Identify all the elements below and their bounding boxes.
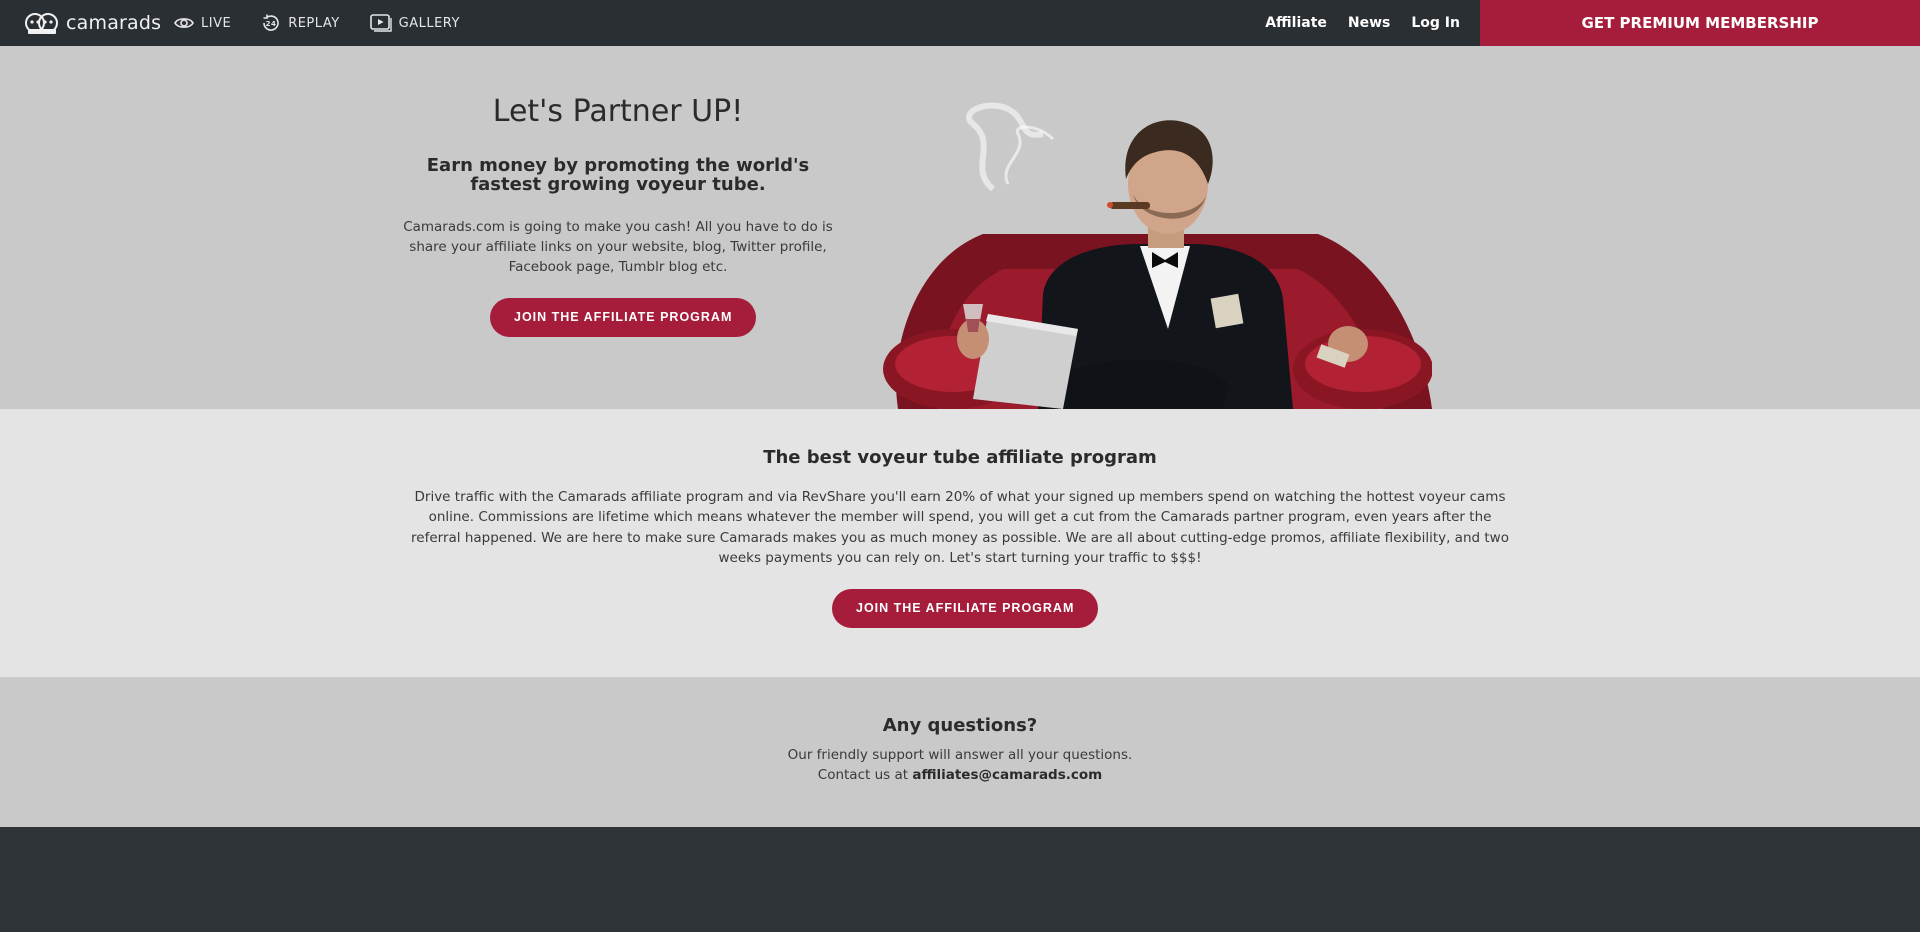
program-join-affiliate-button[interactable]: JOIN THE AFFILIATE PROGRAM xyxy=(832,589,1099,628)
questions-support-text: Our friendly support will answer all you… xyxy=(787,747,1133,763)
premium-membership-button[interactable]: GET PREMIUM MEMBERSHIP xyxy=(1480,0,1920,46)
svg-text:24: 24 xyxy=(266,20,277,28)
logo-faces-icon xyxy=(25,13,58,34)
logo-text: camarads xyxy=(66,12,162,34)
hero-subtitle: Earn money by promoting the world's fast… xyxy=(426,155,810,196)
questions-section: Any questions? Our friendly support will… xyxy=(0,677,1920,827)
questions-title: Any questions? xyxy=(882,715,1038,736)
nav-affiliate[interactable]: Affiliate xyxy=(1265,15,1327,31)
program-title: The best voyeur tube affiliate program xyxy=(763,447,1157,468)
replay-24-icon: 24 xyxy=(263,14,279,31)
page-footer xyxy=(0,827,1920,932)
hero-join-affiliate-button[interactable]: JOIN THE AFFILIATE PROGRAM xyxy=(490,298,757,337)
top-navbar: camarads LIVE 24 REPLAY GALLERY Affiliat… xyxy=(0,0,1920,46)
nav-news[interactable]: News xyxy=(1348,15,1390,31)
questions-contact-line: Contact us at affiliates@camarads.com xyxy=(0,767,1920,783)
nav-login[interactable]: Log In xyxy=(1411,15,1460,31)
contact-email-link[interactable]: affiliates@camarads.com xyxy=(912,767,1102,783)
hero-description: Camarads.com is going to make you cash! … xyxy=(403,218,833,276)
program-body: Drive traffic with the Camarads affiliat… xyxy=(411,489,1509,566)
nav-replay-label: REPLAY xyxy=(288,15,340,31)
eye-icon xyxy=(174,18,194,28)
nav-replay[interactable]: 24 REPLAY xyxy=(261,14,339,32)
contact-prefix: Contact us at xyxy=(817,767,913,783)
play-gallery-icon xyxy=(369,14,392,32)
nav-gallery[interactable]: GALLERY xyxy=(369,14,460,32)
account-nav: Affiliate News Log In xyxy=(1265,0,1460,46)
nav-live-label: LIVE xyxy=(201,15,232,31)
hero-photo xyxy=(883,102,1432,409)
main-nav: LIVE 24 REPLAY GALLERY xyxy=(174,0,490,46)
affiliate-program-section: The best voyeur tube affiliate program D… xyxy=(0,409,1920,677)
hero-title: Let's Partner UP! xyxy=(492,94,744,129)
nav-live[interactable]: LIVE xyxy=(174,16,231,31)
hero-section: Let's Partner UP! Earn money by promotin… xyxy=(0,46,1920,409)
hero-text-block: Let's Partner UP! Earn money by promotin… xyxy=(390,94,846,278)
site-logo[interactable]: camarads xyxy=(24,8,161,38)
nav-gallery-label: GALLERY xyxy=(398,15,460,31)
